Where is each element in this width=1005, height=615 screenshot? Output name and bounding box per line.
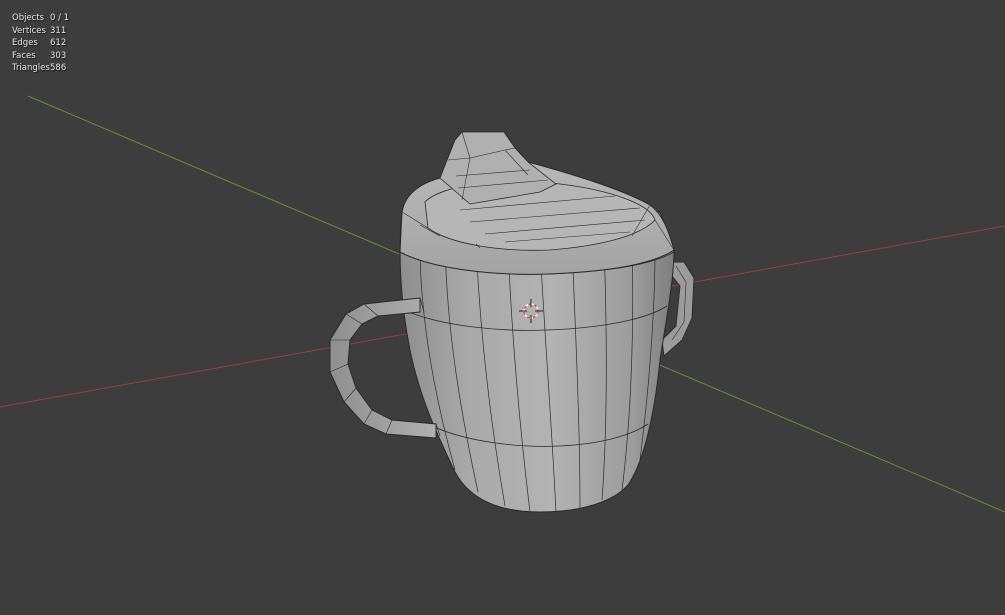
stat-label: Objects [12, 13, 45, 23]
cup-lid [399, 131, 675, 275]
stat-value: 612 [50, 38, 67, 49]
3d-viewport[interactable]: Objects 0 / 1 Vertices 311 Edges 612 Fac… [0, 0, 1005, 615]
stat-label: Triangles [12, 63, 50, 74]
stat-vertices: Vertices 311 [12, 25, 69, 38]
stat-label: Vertices [12, 25, 46, 36]
stat-value: 311 [50, 25, 67, 36]
stat-edges: Edges 612 [12, 37, 69, 50]
stat-label: Faces [12, 50, 36, 61]
stat-objects: Objects 0 / 1 [12, 12, 69, 25]
stat-value: 303 [50, 50, 67, 61]
viewport-scene [0, 95, 1005, 513]
statistics-overlay: Objects 0 / 1 Vertices 311 Edges 612 Fac… [12, 12, 69, 75]
stat-triangles: Triangles 586 [12, 62, 69, 75]
stat-value: 586 [50, 63, 67, 74]
stat-label: Edges [12, 38, 38, 49]
stat-value: 0 / 1 [50, 13, 70, 23]
stat-faces: Faces 303 [12, 50, 69, 63]
